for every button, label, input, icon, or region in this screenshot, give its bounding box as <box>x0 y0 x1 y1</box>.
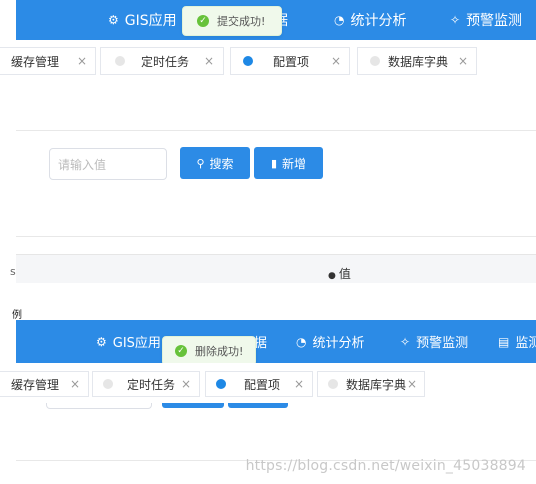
nav-item-label: 统计分析 <box>312 336 365 351</box>
nav-item-label: GIS应用 <box>124 13 177 29</box>
nav-item-gis[interactable]: ⚙ GIS应用 <box>96 320 161 363</box>
toast-message: 提交成功! <box>217 15 266 28</box>
divider <box>16 130 536 131</box>
tab-config[interactable]: 配置项 × <box>230 47 350 75</box>
close-icon[interactable]: × <box>407 377 417 391</box>
success-toast: ✓ 删除成功! <box>162 336 256 366</box>
nav-item-label: GIS应用 <box>112 336 161 351</box>
nav-item-warning[interactable]: ✧ 预警监测 <box>450 0 522 40</box>
table-header: s ● 值 <box>10 254 536 283</box>
close-icon[interactable]: × <box>77 54 87 68</box>
active-dot-icon <box>243 56 253 66</box>
close-icon[interactable]: × <box>181 377 191 391</box>
table-header-cell: s <box>10 265 16 278</box>
close-icon[interactable]: × <box>294 377 304 391</box>
search-button[interactable]: ⚲ 搜索 <box>180 147 250 179</box>
nav-item-warning[interactable]: ✧ 预警监测 <box>400 320 468 363</box>
divider <box>16 236 536 237</box>
add-button-label: 新增 <box>282 156 307 171</box>
tab-label: 定时任务 <box>127 377 176 392</box>
tab-label: 配置项 <box>244 377 281 392</box>
tab-label: 缓存管理 <box>11 377 60 392</box>
table-header-label: 值 <box>338 267 351 281</box>
user-icon: ● <box>328 271 336 281</box>
tab-label: 缓存管理 <box>11 54 60 69</box>
nav-item-label: 统计分析 <box>350 13 407 29</box>
tab-cache[interactable]: 缓存管理 × <box>0 371 89 397</box>
separator-label: 例 <box>12 310 22 321</box>
tab-config[interactable]: 配置项 × <box>205 371 313 397</box>
success-toast: ✓ 提交成功! <box>182 6 282 36</box>
tab-label: 配置项 <box>273 54 310 69</box>
clock-icon: ◔ <box>296 334 307 349</box>
table-header-value: ● 值 <box>328 265 351 282</box>
tab-db-dictionary[interactable]: 数据库字典 × <box>317 371 425 397</box>
check-circle-icon: ✓ <box>175 345 187 357</box>
bulb-icon: ✧ <box>400 334 411 349</box>
add-button[interactable]: ▮ 新增 <box>254 147 323 179</box>
add-button[interactable] <box>228 403 288 408</box>
circle-icon <box>103 379 113 389</box>
close-icon[interactable]: × <box>458 54 468 68</box>
toast-message: 删除成功! <box>195 345 244 358</box>
close-icon[interactable]: × <box>204 54 214 68</box>
gear-icon: ⚙ <box>96 334 107 349</box>
nav-item-gis[interactable]: ⚙ GIS应用 <box>108 0 177 40</box>
clock-icon: ◔ <box>334 13 345 27</box>
list-icon: ▤ <box>498 334 510 349</box>
tab-label: 数据库字典 <box>346 377 407 392</box>
tab-label: 定时任务 <box>141 54 190 69</box>
tab-db-dictionary[interactable]: 数据库字典 × <box>357 47 477 75</box>
search-button-label: 搜索 <box>209 156 234 171</box>
check-circle-icon: ✓ <box>197 15 209 27</box>
gear-icon: ⚙ <box>108 13 119 27</box>
nav-item-label: 预警监测 <box>466 13 523 29</box>
search-input[interactable] <box>46 403 152 409</box>
active-dot-icon <box>216 379 226 389</box>
nav-item-label: 预警监测 <box>416 336 469 351</box>
watermark: https://blog.csdn.net/weixin_45038894 <box>245 458 526 474</box>
circle-icon <box>328 379 338 389</box>
nav-item-label: 监测 <box>515 336 536 351</box>
search-button[interactable] <box>162 403 224 408</box>
circle-icon <box>370 56 380 66</box>
circle-icon <box>115 56 125 66</box>
tab-label: 数据库字典 <box>388 54 449 69</box>
close-icon[interactable]: × <box>331 54 341 68</box>
search-input[interactable]: 请输入值 <box>49 148 167 180</box>
document-icon: ▮ <box>270 156 278 170</box>
top-navbar: ⚙ GIS应用 据 ◔ 统计分析 ✧ 预警监测 ▤ 监测 <box>16 320 536 363</box>
search-icon: ⚲ <box>196 156 205 170</box>
close-icon[interactable]: × <box>70 377 80 391</box>
nav-item-statistics[interactable]: ◔ 统计分析 <box>296 320 365 363</box>
tab-bar: 缓存管理 × 定时任务 × 配置项 × 数据库字典 × <box>0 40 536 82</box>
tab-scheduled-task[interactable]: 定时任务 × <box>92 371 200 397</box>
search-placeholder: 请输入值 <box>58 157 107 172</box>
tab-scheduled-task[interactable]: 定时任务 × <box>100 47 224 75</box>
nav-item-monitor[interactable]: ▤ 监测 <box>498 320 536 363</box>
nav-item-statistics[interactable]: ◔ 统计分析 <box>334 0 406 40</box>
screenshot-submit-success: ⚙ GIS应用 据 ◔ 统计分析 ✧ 预警监测 ✓ 提交成功! 缓存管理 × 定… <box>0 0 536 283</box>
bulb-icon: ✧ <box>450 13 461 27</box>
tab-bar: 缓存管理 × 定时任务 × 配置项 × 数据库字典 × <box>0 363 536 403</box>
tab-cache[interactable]: 缓存管理 × <box>0 47 96 75</box>
